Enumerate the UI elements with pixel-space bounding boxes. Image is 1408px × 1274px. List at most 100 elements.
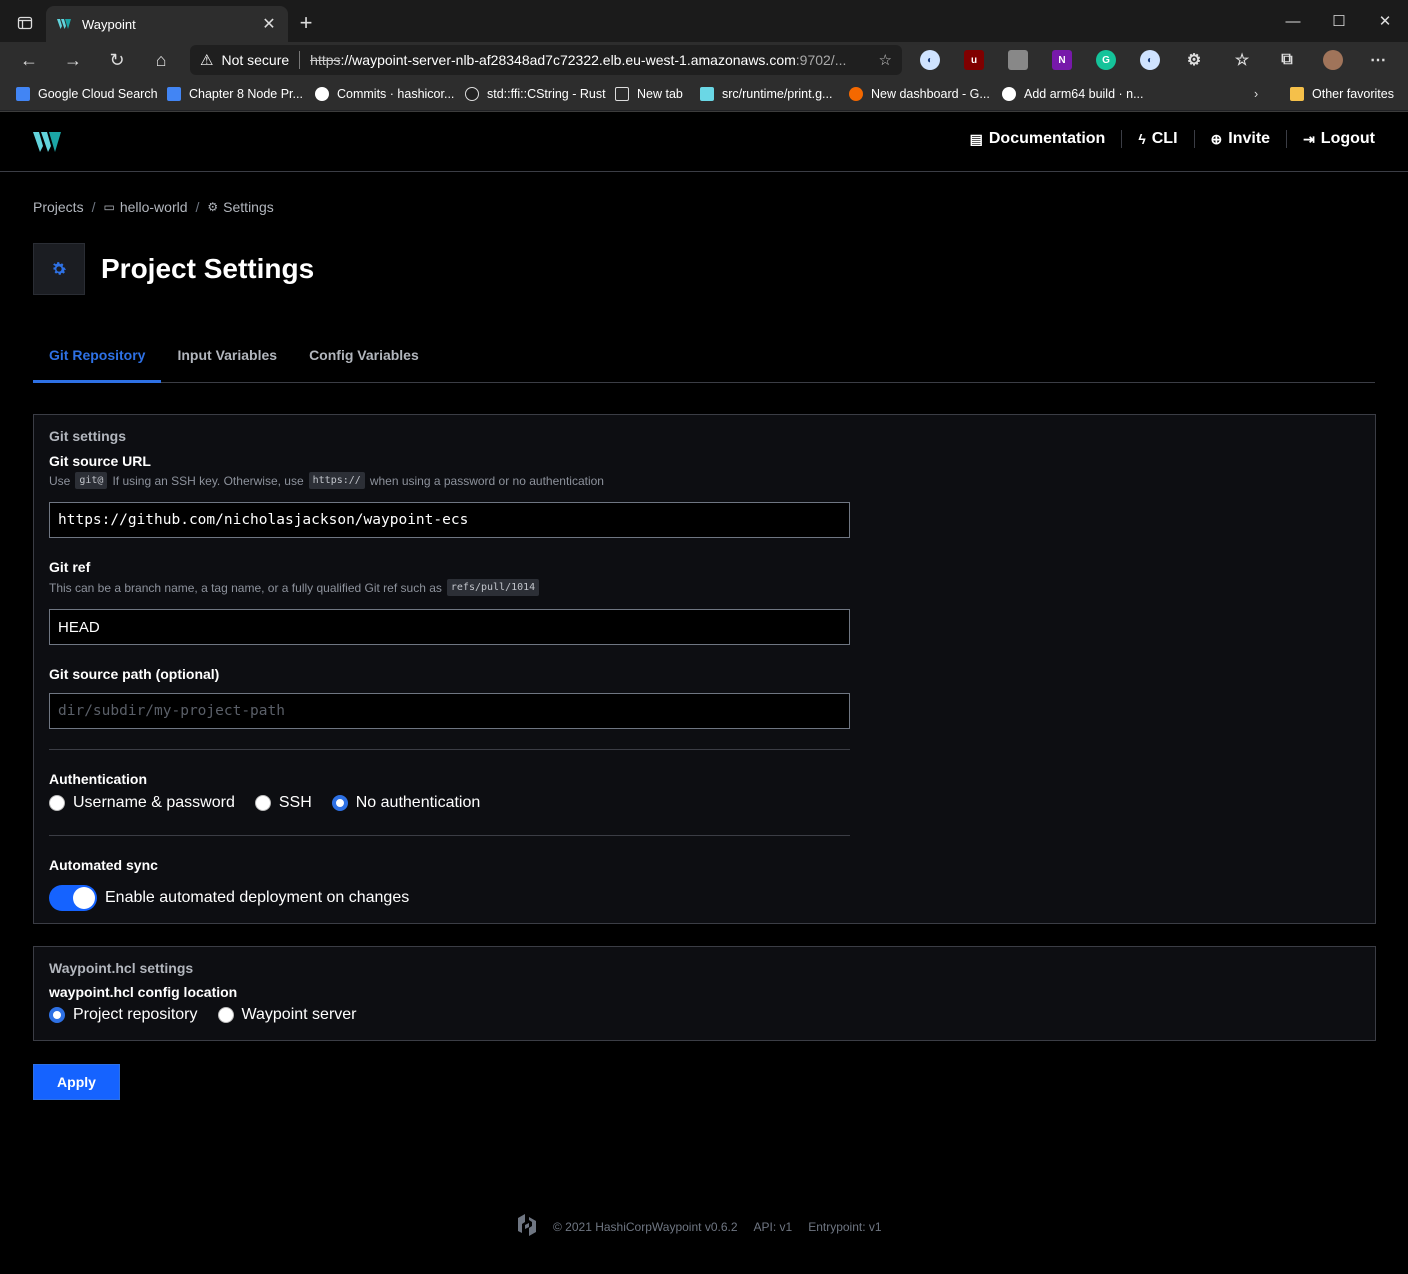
toggle-knob bbox=[73, 887, 95, 909]
sync-label: Automated sync bbox=[49, 857, 158, 873]
bookmark-item[interactable]: Google Cloud Search bbox=[16, 84, 158, 104]
extensions-icon[interactable]: ⚙ bbox=[1184, 50, 1204, 70]
sync-toggle-row: Enable automated deployment on changes bbox=[49, 885, 409, 911]
minimize-icon[interactable]: — bbox=[1270, 8, 1316, 36]
auth-option-username-password[interactable]: Username & password bbox=[49, 794, 235, 812]
cli-link[interactable]: ϟ CLI bbox=[1122, 130, 1193, 148]
bookmark-item[interactable]: Chapter 8 Node Pr... bbox=[167, 84, 303, 104]
radio-button[interactable] bbox=[49, 795, 65, 811]
profile-avatar[interactable] bbox=[1323, 50, 1343, 70]
hcl-settings-panel: Waypoint.hcl settings waypoint.hcl confi… bbox=[33, 946, 1376, 1041]
git-ref-input[interactable]: HEAD bbox=[49, 609, 850, 645]
bookmark-folder[interactable]: Other favorites bbox=[1290, 84, 1394, 104]
plus-circle-icon: ⊕ bbox=[1210, 130, 1223, 147]
address-bar[interactable]: ⚠ Not secure https://waypoint-server-nlb… bbox=[190, 45, 902, 75]
bookmarks-bar: Google Cloud Search Chapter 8 Node Pr...… bbox=[0, 78, 1408, 110]
breadcrumb-separator: / bbox=[195, 199, 200, 215]
collections-icon[interactable]: ⧉ bbox=[1277, 50, 1297, 70]
maximize-icon[interactable]: ☐ bbox=[1316, 8, 1362, 36]
footer-entrypoint: Entrypoint: v1 bbox=[808, 1219, 882, 1234]
refresh-icon[interactable]: ↻ bbox=[102, 46, 132, 74]
bookmark-item[interactable]: std::ffi::CString - Rust bbox=[465, 84, 606, 104]
apply-button[interactable]: Apply bbox=[33, 1064, 120, 1100]
back-icon[interactable]: ← bbox=[14, 46, 44, 74]
tab-strip: Waypoint ✕ + — ☐ ✕ bbox=[0, 0, 1408, 42]
breadcrumb-settings: Settings bbox=[223, 199, 274, 215]
bookmark-item[interactable]: Commits · hashicor... bbox=[315, 84, 454, 104]
git-path-label: Git source path (optional) bbox=[49, 666, 220, 682]
radio-button-selected[interactable] bbox=[331, 795, 348, 811]
auth-option-none[interactable]: No authentication bbox=[331, 794, 480, 812]
footer-version: Waypoint v0.6.2 bbox=[651, 1219, 738, 1234]
close-window-icon[interactable]: ✕ bbox=[1362, 8, 1408, 36]
tab-actions-icon[interactable] bbox=[10, 11, 40, 35]
extension-6-icon[interactable]: ◐ bbox=[1140, 50, 1160, 70]
favorites-icon[interactable]: ☆ bbox=[1232, 50, 1252, 70]
breadcrumb-separator: / bbox=[91, 199, 96, 215]
tab-title: Waypoint bbox=[82, 16, 136, 32]
radio-button-selected[interactable] bbox=[49, 1007, 65, 1023]
bookmarks-overflow-icon[interactable]: › bbox=[1254, 84, 1258, 104]
settings-tabs: Git Repository Input Variables Config Va… bbox=[33, 333, 1375, 383]
new-tab-icon[interactable]: + bbox=[294, 12, 318, 36]
breadcrumb-projects[interactable]: Projects bbox=[33, 199, 84, 215]
url-rest: :9702/... bbox=[795, 52, 847, 68]
onenote-icon[interactable]: N bbox=[1052, 50, 1072, 70]
bookmark-item[interactable]: New tab bbox=[615, 84, 683, 104]
sync-toggle[interactable] bbox=[49, 885, 97, 911]
logout-icon: ⇥ bbox=[1303, 130, 1315, 147]
bookmark-item[interactable]: src/runtime/print.g... bbox=[700, 84, 832, 104]
grammarly-icon[interactable]: G bbox=[1096, 50, 1116, 70]
lightning-icon: ϟ bbox=[1138, 131, 1146, 147]
warning-icon: ⚠ bbox=[200, 52, 214, 69]
waypoint-logo-icon[interactable] bbox=[33, 132, 61, 152]
extension-3-icon[interactable] bbox=[1008, 50, 1028, 70]
page-title: Project Settings bbox=[101, 253, 315, 284]
add-favorite-icon[interactable]: ☆ bbox=[879, 51, 892, 69]
go-icon bbox=[700, 87, 714, 101]
rust-icon bbox=[465, 87, 479, 101]
radio-button[interactable] bbox=[217, 1007, 234, 1023]
logout-link[interactable]: ⇥ Logout bbox=[1287, 130, 1375, 148]
browser-chrome: Waypoint ✕ + — ☐ ✕ ← → ↻ ⌂ ⚠ Not secure … bbox=[0, 0, 1408, 112]
settings-gear-icon bbox=[33, 243, 85, 295]
url-protocol: https bbox=[310, 52, 341, 68]
more-menu-icon[interactable]: ⋯ bbox=[1368, 50, 1388, 70]
bookmark-item[interactable]: Add arm64 build · n... bbox=[1002, 84, 1144, 104]
divider bbox=[49, 835, 850, 836]
hcl-radio-group: Project repository Waypoint server bbox=[49, 1006, 377, 1024]
close-tab-icon[interactable]: ✕ bbox=[260, 14, 278, 34]
radio-button[interactable] bbox=[254, 795, 271, 811]
security-label: Not secure bbox=[221, 52, 290, 68]
home-icon[interactable]: ⌂ bbox=[146, 46, 176, 74]
bookmark-item[interactable]: New dashboard - G... bbox=[849, 84, 990, 104]
git-path-input[interactable]: dir/subdir/my-project-path bbox=[49, 693, 850, 729]
url-text: https://waypoint-server-nlb-af28348ad7c7… bbox=[310, 52, 872, 68]
top-nav: ▤ Documentation ϟ CLI ⊕ Invite ⇥ Logout bbox=[954, 130, 1375, 148]
grafana-icon bbox=[849, 87, 863, 101]
auth-label: Authentication bbox=[49, 771, 147, 787]
git-ref-label: Git ref bbox=[49, 559, 91, 575]
google-icon bbox=[16, 87, 30, 101]
invite-link[interactable]: ⊕ Invite bbox=[1195, 130, 1287, 148]
git-url-input[interactable]: https://github.com/nicholasjackson/waypo… bbox=[49, 502, 850, 538]
folder-icon: ▭ bbox=[103, 200, 115, 214]
tab-input-variables[interactable]: Input Variables bbox=[161, 333, 293, 383]
documentation-link[interactable]: ▤ Documentation bbox=[954, 130, 1122, 148]
hcl-option-waypoint-server[interactable]: Waypoint server bbox=[217, 1006, 357, 1024]
tab-config-variables[interactable]: Config Variables bbox=[293, 333, 435, 383]
hcl-option-project-repository[interactable]: Project repository bbox=[49, 1006, 198, 1024]
app-header: ▤ Documentation ϟ CLI ⊕ Invite ⇥ Logout bbox=[0, 112, 1408, 172]
forward-icon[interactable]: → bbox=[58, 46, 88, 74]
ublock-icon[interactable]: u bbox=[964, 50, 984, 70]
browser-tab[interactable]: Waypoint ✕ bbox=[46, 6, 288, 42]
extension-1-icon[interactable]: ◐ bbox=[920, 50, 940, 70]
gear-icon: ⚙ bbox=[207, 200, 219, 214]
omnibox-divider bbox=[299, 51, 301, 69]
breadcrumb-project[interactable]: hello-world bbox=[120, 199, 188, 215]
tab-git-repository[interactable]: Git Repository bbox=[33, 333, 162, 383]
hcl-location-label: waypoint.hcl config location bbox=[49, 984, 238, 1000]
github-pr-icon bbox=[1002, 87, 1016, 101]
folder-icon bbox=[1290, 87, 1304, 101]
auth-option-ssh[interactable]: SSH bbox=[254, 794, 312, 812]
